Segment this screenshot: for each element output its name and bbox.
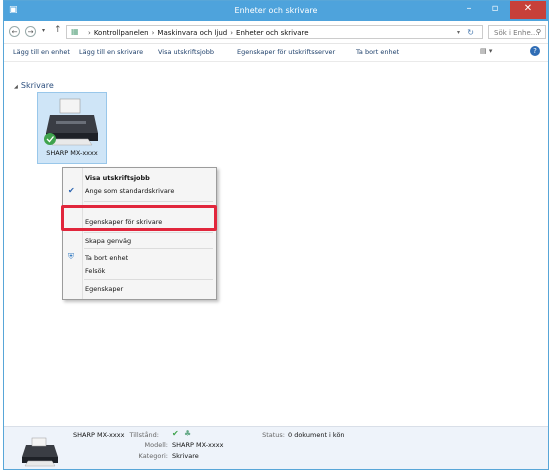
breadcrumb: › Kontrollpanelen › Maskinvara och ljud › Enh… — [88, 29, 309, 37]
recent-locations-icon[interactable]: ▾ — [42, 27, 45, 34]
device-status-icon: ♣ — [184, 429, 192, 438]
address-row: ← → ▾ ↑ ▦ › Kontrollpanelen › Maskinvara oc… — [4, 21, 548, 44]
menu-separator — [84, 201, 213, 202]
printers-group-header[interactable]: ◢ Skrivare — [14, 81, 54, 90]
control-panel-icon: ▦ — [71, 27, 79, 36]
context-menu: Visa utskriftsjobb ✔ Ange som standardsk… — [62, 167, 217, 300]
category-value: Skrivare — [172, 452, 199, 460]
status-value: 0 dokument i kön — [288, 431, 345, 439]
menu-item-set-default-printer[interactable]: Ange som standardskrivare — [85, 187, 174, 195]
menu-item-remove-device[interactable]: Ta bort enhet — [85, 254, 128, 262]
check-icon: ✔ — [68, 186, 75, 195]
menu-separator — [84, 232, 213, 233]
remove-device-button[interactable]: Ta bort enhet — [356, 48, 399, 56]
breadcrumb-control-panel[interactable]: Kontrollpanelen — [94, 29, 149, 37]
add-printer-button[interactable]: Lägg till en skrivare — [79, 48, 143, 56]
print-server-properties-button[interactable]: Egenskaper för utskriftsserver — [237, 48, 335, 56]
menu-separator — [84, 248, 213, 249]
menu-item-troubleshoot[interactable]: Felsök — [85, 267, 105, 275]
category-label: Kategori: — [138, 452, 168, 460]
command-bar: Lägg till en enhet Lägg till en skrivare… — [4, 44, 548, 62]
address-dropdown-icon[interactable]: ▾ — [457, 29, 460, 36]
title-bar[interactable]: ▣ Enheter och skrivare – ▫ ✕ — [4, 1, 548, 21]
highlight-frame — [61, 205, 217, 231]
search-placeholder: Sök i Enhe... — [494, 29, 538, 37]
group-header-label: Skrivare — [20, 81, 54, 90]
maximize-button[interactable]: ▫ — [482, 1, 508, 19]
back-icon[interactable]: ← — [9, 26, 20, 37]
add-device-button[interactable]: Lägg till en enhet — [13, 48, 70, 56]
menu-item-create-shortcut[interactable]: Skapa genväg — [85, 237, 131, 245]
forward-icon[interactable]: → — [25, 26, 36, 37]
see-print-jobs-button[interactable]: Visa utskriftsjobb — [158, 48, 214, 56]
status-label: Status: — [262, 431, 285, 439]
explorer-window: ▣ Enheter och skrivare – ▫ ✕ ← → ▾ ↑ ▦ ›… — [3, 0, 549, 470]
menu-separator — [84, 279, 213, 280]
help-icon[interactable]: ? — [530, 46, 540, 56]
view-options-icon[interactable]: ▤ ▾ — [480, 47, 492, 55]
breadcrumb-hardware-sound[interactable]: Maskinvara och ljud — [157, 29, 227, 37]
address-bar[interactable]: ▦ › Kontrollpanelen › Maskinvara och ljud › E… — [66, 25, 483, 39]
details-pane: SHARP MX-xxxx Tillstånd: ✔ ♣ Modell: SHA… — [4, 426, 548, 469]
close-button[interactable]: ✕ — [510, 1, 546, 19]
shield-icon: ⛨ — [68, 252, 74, 261]
printer-item[interactable]: SHARP MX-xxxx — [37, 92, 107, 164]
state-label: Tillstånd: — [129, 431, 159, 439]
collapse-icon[interactable]: ◢ — [14, 84, 18, 90]
model-label: Modell: — [144, 441, 168, 449]
printer-label: SHARP MX-xxxx — [46, 149, 98, 157]
status-ok-icon: ✔ — [172, 429, 179, 438]
model-value: SHARP MX-xxxx — [172, 441, 224, 449]
up-icon[interactable]: ↑ — [54, 25, 62, 35]
printer-icon — [22, 437, 58, 467]
menu-item-see-print-jobs[interactable]: Visa utskriftsjobb — [85, 174, 150, 182]
search-input[interactable]: Sök i Enhe... ⚲ — [488, 25, 546, 39]
breadcrumb-devices-printers[interactable]: Enheter och skrivare — [236, 29, 309, 37]
minimize-button[interactable]: – — [456, 1, 482, 19]
refresh-icon[interactable]: ↻ — [467, 28, 474, 37]
menu-item-properties[interactable]: Egenskaper — [85, 285, 123, 293]
printer-icon — [44, 98, 98, 146]
search-icon[interactable]: ⚲ — [536, 28, 541, 36]
